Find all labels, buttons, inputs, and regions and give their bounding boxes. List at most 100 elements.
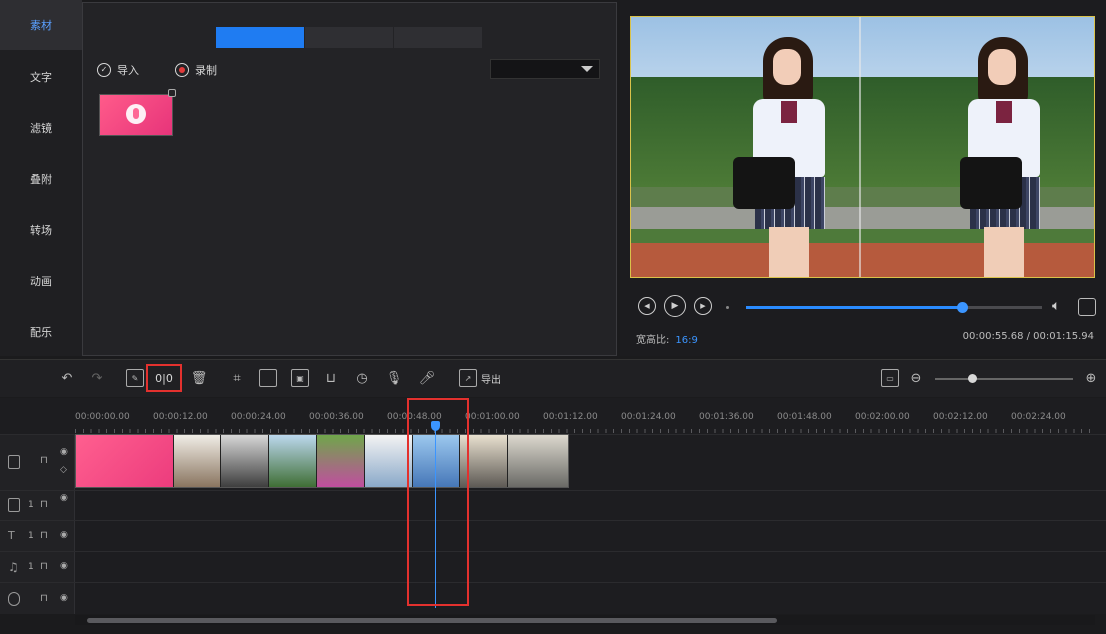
media-item-thumbnail[interactable] [99, 89, 176, 136]
speed-icon[interactable]: ◷ [353, 369, 371, 387]
lock-icon[interactable]: ⊓ [40, 561, 48, 572]
video-track-icon [8, 455, 20, 469]
music-track-icon: ♫ [8, 560, 19, 574]
video-preview[interactable] [630, 16, 1095, 278]
timeline-scrollbar[interactable] [75, 615, 1095, 625]
tab-intro-outro[interactable] [305, 27, 394, 48]
undo-icon[interactable]: ↶ [58, 369, 76, 387]
sidebar: 素材 文字 滤镜 叠附 转场 动画 配乐 [0, 0, 82, 356]
previous-frame-button[interactable]: ◀ [638, 297, 656, 315]
playback-progress-bar[interactable] [746, 302, 1042, 313]
record-button[interactable]: 录制 [175, 60, 217, 80]
eye-icon[interactable]: ◉ [60, 593, 68, 603]
progress-fill [746, 306, 963, 309]
crop-icon[interactable]: ⌗ [228, 369, 246, 387]
next-frame-button[interactable]: ▶ [694, 297, 712, 315]
timeline-toolbar: ↶ ↷ ✎ 0|0 🗑︎ ⌗ ▣ ⊔ ◷ 🎙︎ 🎤︎ ↗ 导出 ▭ ⊖ ⊕ [0, 359, 1106, 397]
video-clip[interactable] [316, 435, 364, 487]
overlay-track-icon [8, 498, 20, 512]
split-point-highlight [407, 398, 469, 606]
sidebar-item-media[interactable]: 素材 [0, 0, 82, 50]
corner-checkbox-icon[interactable] [168, 89, 176, 97]
media-tabs [216, 27, 483, 48]
music-track: ♫ 1 ⊓ ◉ [0, 551, 1106, 582]
ruler-tick: 00:01:24.00 [621, 412, 676, 422]
fullscreen-icon[interactable] [1078, 298, 1096, 316]
delete-icon[interactable]: 🗑︎ [190, 369, 208, 387]
export-icon[interactable]: ↗ [459, 369, 477, 387]
pill-icon [126, 104, 146, 124]
sidebar-item-transition[interactable]: 转场 [0, 205, 82, 255]
lock-icon[interactable]: ⊓ [40, 499, 48, 510]
ruler-tick: 00:02:12.00 [933, 412, 988, 422]
track-header: ⊓ ◉ ◇ [0, 435, 75, 490]
tab-media-library[interactable] [216, 27, 305, 48]
track-number: 1 [28, 531, 34, 541]
zoom-in-icon[interactable]: ⊕ [1082, 369, 1100, 387]
microphone-icon[interactable]: 🎙︎ [385, 369, 403, 387]
text-track-icon: T [8, 529, 15, 542]
zoom-out-icon[interactable]: ⊖ [907, 369, 925, 387]
video-subject [733, 37, 846, 277]
tab-background[interactable] [394, 27, 483, 48]
track-header: T 1 ⊓ ◉ [0, 521, 75, 551]
mosaic-icon[interactable]: ▣ [291, 369, 309, 387]
sidebar-item-label: 素材 [30, 19, 52, 32]
video-clip[interactable] [507, 435, 569, 487]
sidebar-item-overlay[interactable]: 叠附 [0, 154, 82, 204]
sidebar-item-label: 文字 [30, 71, 52, 84]
sidebar-item-animation[interactable]: 动画 [0, 256, 82, 306]
title-clip[interactable] [76, 435, 173, 487]
video-clip[interactable] [172, 435, 221, 487]
lock-icon[interactable]: ⊓ [40, 530, 48, 541]
media-panel: ✓ 导入 录制 [82, 2, 617, 356]
eye-icon[interactable]: ◉ [60, 561, 68, 571]
voice-change-icon[interactable]: 🎤︎ [418, 369, 436, 387]
ruler-tick: 00:01:00.00 [465, 412, 520, 422]
track-header: ♫ 1 ⊓ ◉ [0, 552, 75, 582]
aspect-ratio[interactable]: 宽高比: 16:9 [636, 331, 698, 346]
eye-icon[interactable]: ◉ [60, 493, 68, 503]
import-icon: ✓ [97, 63, 111, 77]
eye-icon[interactable]: ◉ [60, 447, 68, 457]
export-label[interactable]: 导出 [481, 371, 501, 386]
track-header: ⊓ ◉ [0, 583, 75, 614]
ruler-tick: 00:01:12.00 [543, 412, 598, 422]
zoom-slider[interactable] [935, 374, 1073, 383]
resize-icon[interactable] [259, 369, 277, 387]
video-clip[interactable] [268, 435, 317, 487]
progress-handle[interactable] [957, 302, 969, 313]
sidebar-item-music[interactable]: 配乐 [0, 307, 82, 357]
play-button[interactable]: ▶ [664, 295, 686, 317]
import-button[interactable]: ✓ 导入 [97, 60, 139, 80]
scrollbar-thumb[interactable] [87, 618, 777, 623]
ruler-tick: 00:02:24.00 [1011, 412, 1066, 422]
eye-icon[interactable]: ◉ [60, 530, 68, 540]
lock-icon[interactable]: ⊓ [40, 455, 48, 466]
mute-icon[interactable]: ◇ [60, 465, 67, 475]
redo-icon[interactable]: ↷ [88, 369, 106, 387]
freeze-frame-icon[interactable]: ⊔ [322, 369, 340, 387]
aspect-ratio-label: 宽高比: [636, 335, 670, 346]
video-subject [956, 37, 1061, 277]
overlay-track: 1 ⊓ ◉ [0, 490, 1106, 520]
video-clip[interactable] [363, 435, 412, 487]
media-filter-select[interactable] [490, 59, 600, 79]
volume-icon[interactable]: 🔈︎ [1052, 298, 1070, 316]
edit-icon[interactable]: ✎ [126, 369, 144, 387]
video-clip-strip[interactable] [75, 434, 569, 488]
fit-timeline-icon[interactable]: ▭ [881, 369, 899, 387]
track-number: 1 [28, 500, 34, 510]
split-button[interactable]: 0|0 [146, 364, 182, 392]
lock-icon[interactable]: ⊓ [40, 593, 48, 604]
video-clip[interactable] [220, 435, 269, 487]
ruler-tick: 00:00:36.00 [309, 412, 364, 422]
sidebar-item-label: 配乐 [30, 326, 52, 339]
sidebar-item-filter[interactable]: 滤镜 [0, 103, 82, 153]
separator-dot [726, 306, 729, 309]
aspect-ratio-value: 16:9 [675, 335, 698, 346]
zoom-slider-handle[interactable] [968, 374, 978, 383]
sidebar-item-label: 叠附 [30, 173, 52, 186]
sidebar-item-text[interactable]: 文字 [0, 52, 82, 102]
timeline-ruler[interactable]: 00:00:00.00 00:00:12.00 00:00:24.00 00:0… [0, 398, 1106, 434]
